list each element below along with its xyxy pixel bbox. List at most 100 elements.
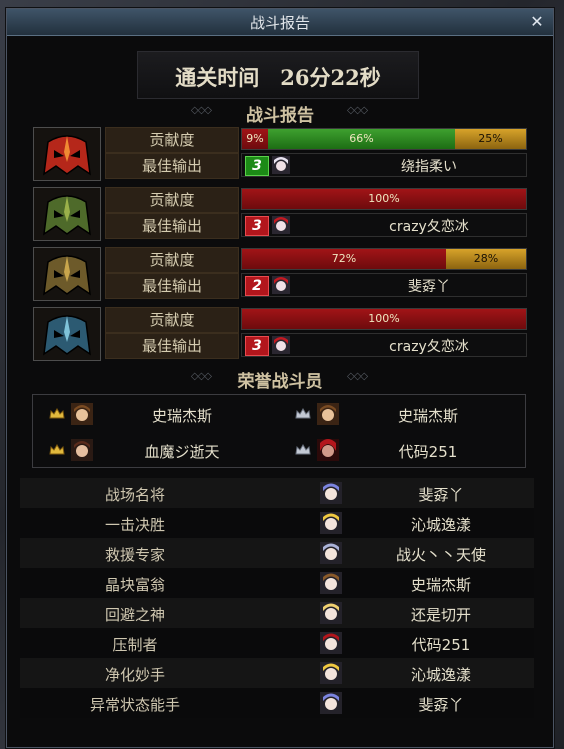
honor-cell: 史瑞杰斯 (285, 399, 521, 429)
contribution-label: 贡献度 (105, 307, 239, 333)
best-output-name: 绕指柔い (401, 159, 457, 175)
section-honor: ◇◇◇ 荣誉战斗员 ◇◇◇ (7, 365, 553, 392)
player-block: 贡献度 最佳输出 100% 3 crazy夂恋冰 (33, 187, 529, 241)
best-output-name: 斐孬丫 (408, 279, 450, 295)
character-portrait-icon (320, 482, 342, 504)
silver-crown-icon (295, 444, 311, 455)
contribution-segment: 28% (446, 249, 526, 269)
blue-skull-helmet-icon (34, 308, 100, 360)
contribution-segment: 100% (242, 309, 526, 329)
award-row: 异常状态能手 斐孬丫 (20, 688, 534, 718)
clear-time-text: 通关时间 26分22秒 (175, 65, 381, 90)
awards-table: 战场名将 斐孬丫 一击决胜 沁城逸漾 救援专家 战火丶丶天使 晶块富翁 史瑞杰斯 回避之神 还是切… (20, 478, 534, 718)
contribution-segment: 66% (268, 129, 455, 149)
award-player-name: 代码251 (411, 636, 471, 654)
award-row: 压制者 代码251 (20, 628, 534, 658)
award-player-name: 斐孬丫 (418, 486, 464, 504)
honor-name: 史瑞杰斯 (151, 407, 212, 425)
character-portrait-icon (320, 692, 342, 714)
clear-time-panel: 通关时间 26分22秒 (137, 51, 419, 99)
decoration-right-icon: ◇◇◇ (347, 105, 368, 116)
award-row: 战场名将 斐孬丫 (20, 478, 534, 508)
player-avatar (33, 247, 101, 301)
player-block: 贡献度 最佳输出 100% 3 crazy夂恋冰 (33, 307, 529, 361)
player-avatar (33, 187, 101, 241)
rank-badge: 3 (245, 216, 269, 236)
character-portrait-icon (272, 156, 290, 174)
award-title: 压制者 (112, 636, 158, 654)
green-skull-helmet-icon (34, 188, 100, 240)
award-player-name: 沁城逸漾 (410, 516, 471, 534)
contribution-bar: 72% 28% (241, 248, 527, 270)
character-portrait-icon (320, 542, 342, 564)
gold-skull-helmet-icon (34, 248, 100, 300)
honor-name: 血魔ジ逝天 (144, 443, 220, 461)
title-bar[interactable]: 战斗报告 ✕ (7, 9, 553, 36)
section-battle-report: ◇◇◇ 战斗报告 ◇◇◇ (7, 99, 553, 126)
close-icon[interactable]: ✕ (527, 12, 547, 32)
player-block: 贡献度 最佳输出 9% 66% 25% 3 绕指柔い (33, 127, 529, 181)
best-output-label: 最佳输出 (105, 213, 239, 239)
contribution-segment: 72% (242, 249, 446, 269)
award-title: 战场名将 (104, 486, 165, 504)
award-row: 净化妙手 沁城逸漾 (20, 658, 534, 688)
contribution-segment: 100% (242, 189, 526, 209)
red-flame-helmet-icon (34, 128, 100, 180)
award-title: 晶块富翁 (104, 576, 165, 594)
best-output-name: crazy夂恋冰 (389, 339, 469, 355)
best-output-row: 3 crazy夂恋冰 (241, 213, 527, 237)
character-portrait-icon (317, 439, 339, 461)
character-portrait-icon (320, 512, 342, 534)
award-title: 净化妙手 (104, 666, 165, 684)
character-portrait-icon (320, 632, 342, 654)
window-title: 战斗报告 (249, 14, 310, 32)
character-portrait-icon (320, 572, 342, 594)
honor-name: 史瑞杰斯 (397, 407, 458, 425)
honor-name: 代码251 (398, 443, 458, 461)
award-player-name: 战火丶丶天使 (395, 546, 486, 564)
best-output-label: 最佳输出 (105, 333, 239, 359)
rank-badge: 3 (245, 156, 269, 176)
award-player-name: 还是切开 (410, 606, 471, 624)
honor-cell: 血魔ジ逝天 (39, 435, 275, 465)
section-title: 战斗报告 (246, 106, 314, 126)
character-portrait-icon (320, 602, 342, 624)
character-portrait-icon (320, 662, 342, 684)
character-portrait-icon (71, 439, 93, 461)
award-title: 救援专家 (104, 546, 165, 564)
player-avatar (33, 307, 101, 361)
character-portrait-icon (272, 216, 290, 234)
award-row: 救援专家 战火丶丶天使 (20, 538, 534, 568)
character-portrait-icon (272, 336, 290, 354)
character-portrait-icon (71, 403, 93, 425)
section-title: 荣誉战斗员 (237, 372, 323, 392)
award-player-name: 史瑞杰斯 (410, 576, 471, 594)
contribution-label: 贡献度 (105, 247, 239, 273)
character-portrait-icon (272, 276, 290, 294)
character-portrait-icon (317, 403, 339, 425)
award-title: 异常状态能手 (89, 696, 180, 714)
contribution-segment: 9% (242, 129, 268, 149)
rank-badge: 3 (245, 336, 269, 356)
gold-crown-icon (49, 408, 65, 419)
best-output-name: crazy夂恋冰 (389, 219, 469, 235)
player-block: 贡献度 最佳输出 72% 28% 2 斐孬丫 (33, 247, 529, 301)
award-player-name: 斐孬丫 (418, 696, 464, 714)
contribution-bar: 100% (241, 308, 527, 330)
honor-cell: 史瑞杰斯 (39, 399, 275, 429)
decoration-right-icon: ◇◇◇ (347, 371, 368, 382)
best-output-row: 2 斐孬丫 (241, 273, 527, 297)
gold-crown-icon (49, 444, 65, 455)
rank-badge: 2 (245, 276, 269, 296)
award-row: 回避之神 还是切开 (20, 598, 534, 628)
best-output-label: 最佳输出 (105, 273, 239, 299)
honor-panel: 史瑞杰斯 史瑞杰斯 血魔ジ逝天 代码251 (32, 394, 526, 468)
honor-cell: 代码251 (285, 435, 521, 465)
award-row: 一击决胜 沁城逸漾 (20, 508, 534, 538)
player-avatar (33, 127, 101, 181)
contribution-segment: 25% (455, 129, 526, 149)
award-player-name: 沁城逸漾 (410, 666, 471, 684)
contribution-label: 贡献度 (105, 187, 239, 213)
contribution-bar: 100% (241, 188, 527, 210)
award-title: 回避之神 (104, 606, 165, 624)
